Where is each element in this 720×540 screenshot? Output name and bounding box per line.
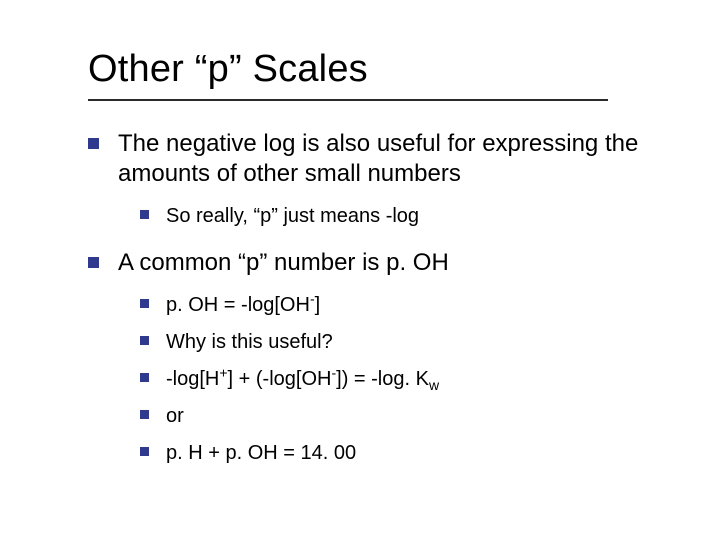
bullet-text: A common “p” number is p. OH [118,249,449,276]
list-item: -log[H+] + (-log[OH-]) = -log. Kw [140,366,672,393]
list-item: Why is this useful? [140,329,672,356]
bullet-list-level2: So really, “p” just means -log [140,203,672,230]
bullet-list-level1: The negative log is also useful for expr… [88,129,672,467]
bullet-text: -log[H+] + (-log[OH-]) = -log. Kw [166,368,439,390]
bullet-text: or [166,405,184,427]
list-item: The negative log is also useful for expr… [88,129,672,230]
bullet-text: p. H + p. OH = 14. 00 [166,442,356,464]
slide-title: Other “p” Scales [88,48,672,91]
bullet-text: So really, “p” just means -log [166,205,419,227]
bullet-text: p. OH = -log[OH-] [166,294,320,316]
title-underline [88,99,608,101]
list-item: So really, “p” just means -log [140,203,672,230]
bullet-list-level2: p. OH = -log[OH-] Why is this useful? -l… [140,292,672,467]
list-item: A common “p” number is p. OH p. OH = -lo… [88,248,672,467]
list-item: p. H + p. OH = 14. 00 [140,440,672,467]
slide: Other “p” Scales The negative log is als… [0,0,720,540]
bullet-text: The negative log is also useful for expr… [118,130,638,187]
bullet-text: Why is this useful? [166,331,333,353]
list-item: p. OH = -log[OH-] [140,292,672,319]
list-item: or [140,403,672,430]
